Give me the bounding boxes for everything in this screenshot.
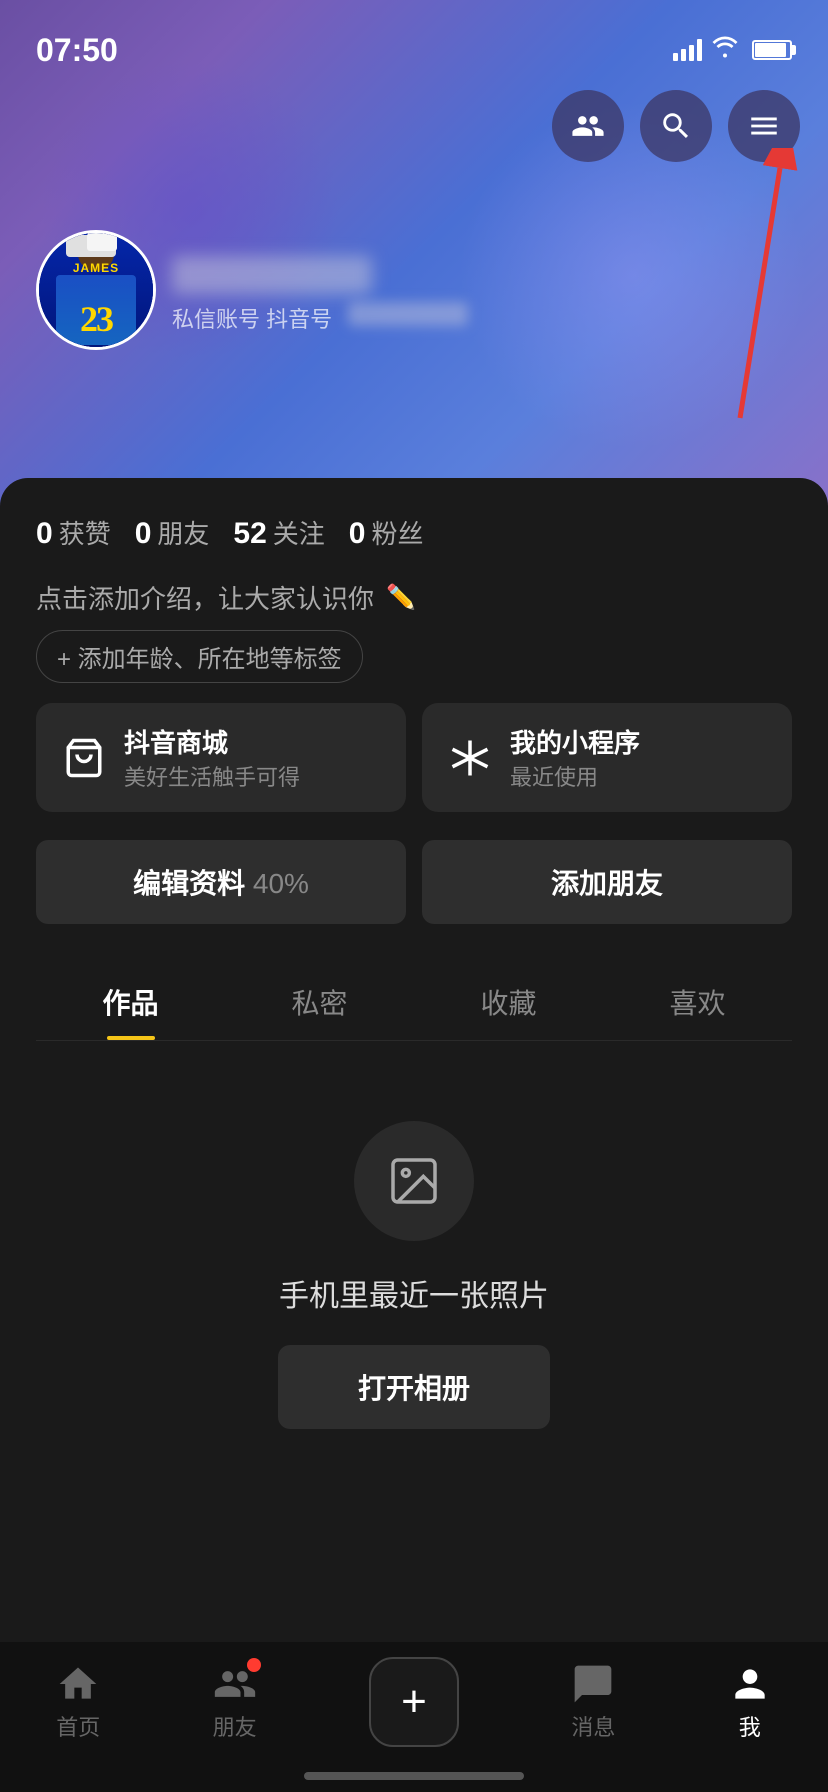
open-album-button[interactable]: 打开相册	[278, 1345, 550, 1429]
stats-row: 0 获赞 0 朋友 52 关注 0 粉丝	[36, 514, 792, 551]
stat-followers-label: 粉丝	[371, 514, 423, 551]
nav-messages-icon	[571, 1662, 615, 1706]
service-cards: 抖音商城 美好生活触手可得 我的小程序 最近使用	[36, 703, 792, 812]
mini-name: 我的小程序	[510, 723, 640, 760]
mini-desc: 最近使用	[510, 760, 640, 792]
nav-home[interactable]: 首页	[56, 1662, 100, 1742]
friends-notification-dot	[247, 1658, 261, 1672]
stat-likes-num: 0	[36, 517, 53, 551]
bio-placeholder[interactable]: 点击添加介绍，让大家认识你 ✏️	[36, 579, 792, 616]
wifi-icon	[712, 36, 738, 64]
edit-icon: ✏️	[386, 583, 416, 612]
status-time: 07:50	[36, 32, 118, 69]
main-card: 0 获赞 0 朋友 52 关注 0 粉丝 点击添加介绍，让大家认识你 ✏️ + …	[0, 478, 828, 1792]
profile-section: JAMES 23 私信账号 抖音号	[0, 230, 828, 334]
open-album-label: 打开相册	[358, 1373, 470, 1404]
douyin-id-blurred	[348, 302, 468, 326]
nav-messages-label: 消息	[571, 1710, 615, 1742]
tab-likes[interactable]: 喜欢	[603, 960, 792, 1040]
nav-profile-icon	[728, 1662, 772, 1706]
douyin-mall-card[interactable]: 抖音商城 美好生活触手可得	[36, 703, 406, 812]
mini-text: 我的小程序 最近使用	[510, 723, 640, 792]
mall-name: 抖音商城	[124, 723, 300, 760]
mini-program-card[interactable]: 我的小程序 最近使用	[422, 703, 792, 812]
empty-state: 手机里最近一张照片 打开相册	[36, 1041, 792, 1429]
avatar-image: JAMES 23	[39, 233, 153, 347]
edit-profile-percent: 40%	[245, 868, 309, 899]
action-buttons: 编辑资料 40% 添加朋友	[36, 840, 792, 924]
bottom-nav: 首页 朋友 + 消息 我	[0, 1642, 828, 1792]
home-indicator	[304, 1772, 524, 1780]
stat-following-label: 关注	[273, 514, 325, 551]
friends-button[interactable]	[552, 90, 624, 162]
battery-icon	[752, 40, 792, 60]
add-tags-label: + 添加年龄、所在地等标签	[57, 639, 342, 674]
tab-works-label: 作品	[102, 988, 158, 1019]
search-button[interactable]	[640, 90, 712, 162]
tab-private[interactable]: 私密	[225, 960, 414, 1040]
photo-icon	[386, 1153, 442, 1209]
nav-friends-label: 朋友	[213, 1710, 257, 1742]
tab-works[interactable]: 作品	[36, 960, 225, 1040]
empty-icon-container	[354, 1121, 474, 1241]
nav-profile-label: 我	[739, 1710, 761, 1742]
tab-favorites-label: 收藏	[480, 988, 536, 1019]
cart-icon	[60, 734, 108, 782]
mall-desc: 美好生活触手可得	[124, 760, 300, 792]
bio-area: 点击添加介绍，让大家认识你 ✏️ + 添加年龄、所在地等标签	[36, 579, 792, 683]
add-friends-label: 添加朋友	[551, 868, 663, 899]
home-icon	[56, 1662, 100, 1706]
bio-placeholder-text: 点击添加介绍，让大家认识你	[36, 579, 374, 616]
edit-profile-button[interactable]: 编辑资料 40%	[36, 840, 406, 924]
username-area: 私信账号 抖音号	[172, 256, 792, 334]
nav-profile[interactable]: 我	[728, 1662, 772, 1742]
edit-profile-label: 编辑资料	[133, 868, 245, 899]
sub-info-text: 私信账号 抖音号	[172, 302, 332, 334]
stat-friends: 0 朋友	[135, 514, 210, 551]
stat-followers-num: 0	[349, 517, 366, 551]
create-button[interactable]: +	[369, 1657, 459, 1747]
nav-messages[interactable]: 消息	[571, 1662, 615, 1742]
nav-create[interactable]: +	[369, 1657, 459, 1747]
stat-followers: 0 粉丝	[349, 514, 424, 551]
top-actions	[552, 90, 800, 162]
add-tags-button[interactable]: + 添加年龄、所在地等标签	[36, 630, 363, 683]
asterisk-icon	[446, 734, 494, 782]
tab-favorites[interactable]: 收藏	[414, 960, 603, 1040]
tab-likes-label: 喜欢	[669, 988, 725, 1019]
empty-text: 手机里最近一张照片	[279, 1271, 549, 1315]
status-icons	[673, 36, 792, 64]
stat-following: 52 关注	[233, 514, 324, 551]
sub-info: 私信账号 抖音号	[172, 302, 792, 334]
username-blurred	[172, 256, 372, 294]
menu-button[interactable]	[728, 90, 800, 162]
tab-private-label: 私密	[291, 988, 347, 1019]
avatar[interactable]: JAMES 23	[36, 230, 156, 350]
nav-friends[interactable]: 朋友	[213, 1662, 257, 1742]
signal-icon	[673, 39, 702, 61]
nav-home-label: 首页	[56, 1710, 100, 1742]
stat-friends-num: 0	[135, 517, 152, 551]
stat-likes: 0 获赞	[36, 514, 111, 551]
stat-following-num: 52	[233, 517, 266, 551]
add-friends-button[interactable]: 添加朋友	[422, 840, 792, 924]
stat-friends-label: 朋友	[157, 514, 209, 551]
mall-text: 抖音商城 美好生活触手可得	[124, 723, 300, 792]
stat-likes-label: 获赞	[59, 514, 111, 551]
tabs-row: 作品 私密 收藏 喜欢	[36, 960, 792, 1041]
status-bar: 07:50	[0, 0, 828, 80]
